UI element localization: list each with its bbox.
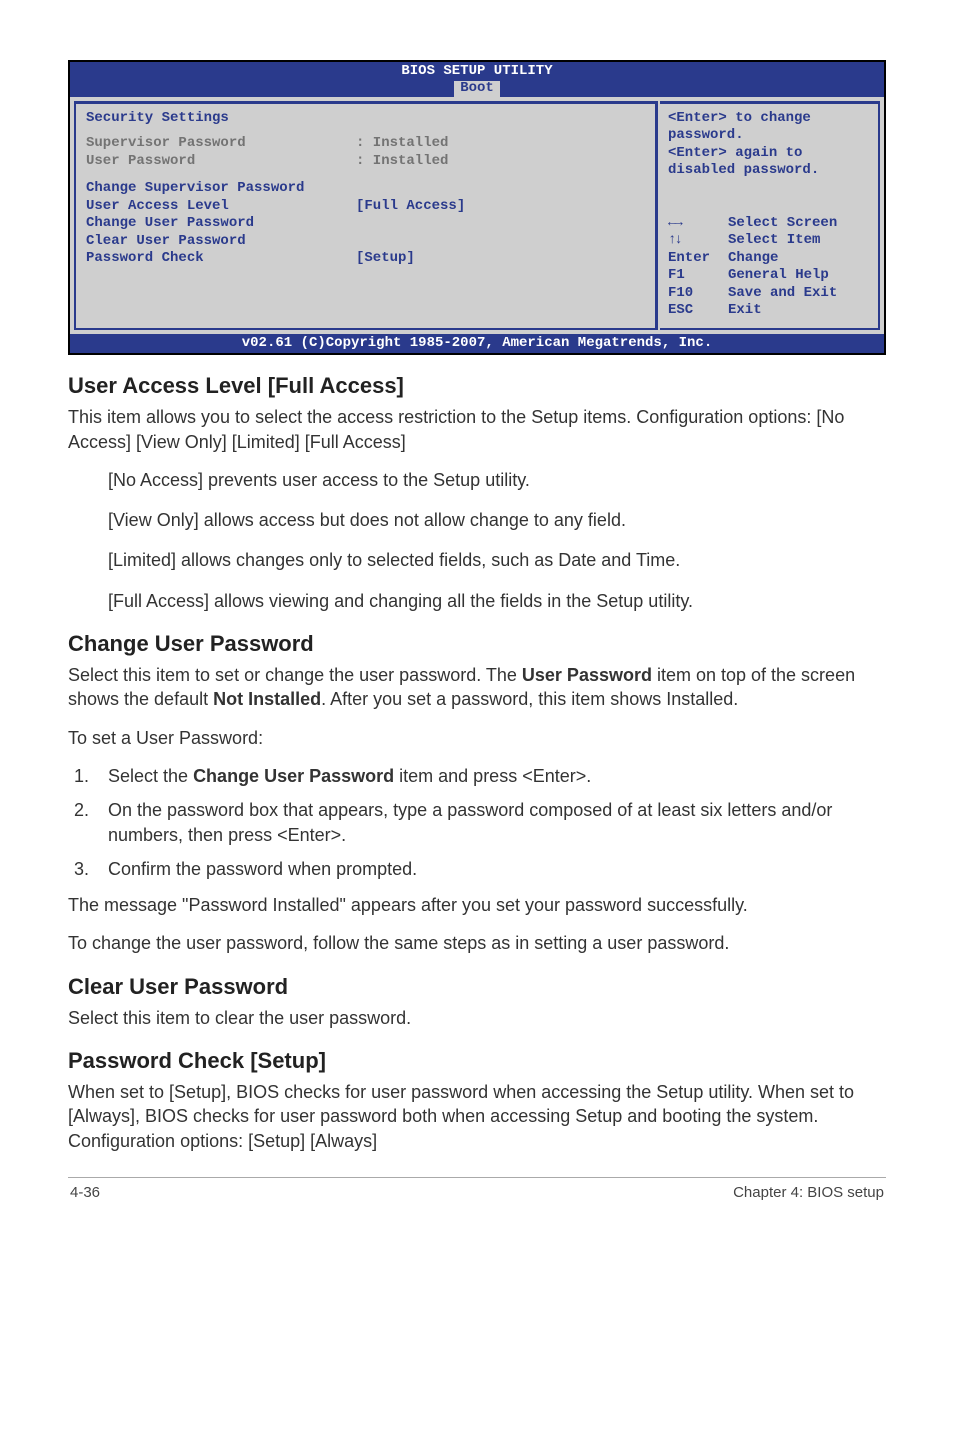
- key-enter-action: Change: [728, 250, 778, 268]
- heading-user-access-level: User Access Level [Full Access]: [68, 373, 886, 399]
- supervisor-password-label: Supervisor Password: [86, 135, 356, 153]
- user-access-level-value[interactable]: [Full Access]: [356, 198, 465, 216]
- user-password-label: User Password: [86, 153, 356, 171]
- list-item: Select the Change User Password item and…: [94, 764, 886, 788]
- set-password-steps: Select the Change User Password item and…: [68, 764, 886, 881]
- clear-user-password-item[interactable]: Clear User Password: [86, 233, 645, 251]
- help-text-line1: <Enter> to change password.: [668, 110, 870, 145]
- para-installed-msg: The message "Password Installed" appears…: [68, 893, 886, 917]
- para-to-change: To change the user password, follow the …: [68, 931, 886, 955]
- security-settings-heading: Security Settings: [86, 110, 645, 128]
- chapter-label: Chapter 4: BIOS setup: [733, 1184, 884, 1201]
- arrow-left-right-icon: ←→: [668, 215, 681, 231]
- password-check-item[interactable]: Password Check: [86, 250, 356, 268]
- para-user-access-desc: This item allows you to select the acces…: [68, 405, 886, 454]
- key-enter-label: Enter: [668, 250, 728, 268]
- user-password-value: : Installed: [356, 153, 448, 171]
- bios-left-pane: Security Settings Supervisor Password : …: [74, 101, 658, 330]
- supervisor-password-value: : Installed: [356, 135, 448, 153]
- key-f10-label: F10: [668, 285, 728, 303]
- help-text-line2: <Enter> again to disabled password.: [668, 145, 870, 180]
- para-limited: [Limited] allows changes only to selecte…: [108, 548, 886, 572]
- page-footer: 4-36 Chapter 4: BIOS setup: [68, 1184, 886, 1207]
- heading-clear-user-password: Clear User Password: [68, 974, 886, 1000]
- para-password-check: When set to [Setup], BIOS checks for use…: [68, 1080, 886, 1153]
- arrow-up-down-icon: ↑↓: [668, 232, 681, 248]
- key-esc-action: Exit: [728, 302, 762, 320]
- key-f1-label: F1: [668, 267, 728, 285]
- bios-help-pane: <Enter> to change password. <Enter> agai…: [660, 101, 880, 330]
- bios-window: BIOS SETUP UTILITY Boot Security Setting…: [68, 60, 886, 355]
- change-user-password-item[interactable]: Change User Password: [86, 215, 645, 233]
- para-change-user-desc: Select this item to set or change the us…: [68, 663, 886, 712]
- bios-title: BIOS SETUP UTILITY: [70, 64, 884, 79]
- key-f10-action: Save and Exit: [728, 285, 837, 303]
- key-select-item: Select Item: [728, 232, 820, 250]
- bios-key-legend: ←→ Select Screen ↑↓ Select Item EnterChang…: [668, 215, 870, 320]
- para-no-access: [No Access] prevents user access to the …: [108, 468, 886, 492]
- password-check-value[interactable]: [Setup]: [356, 250, 415, 268]
- page-number: 4-36: [70, 1184, 100, 1201]
- key-esc-label: ESC: [668, 302, 728, 320]
- key-f1-action: General Help: [728, 267, 829, 285]
- user-access-level-item[interactable]: User Access Level: [86, 198, 356, 216]
- footer-divider: [68, 1177, 886, 1178]
- list-item: Confirm the password when prompted.: [94, 857, 886, 881]
- list-item: On the password box that appears, type a…: [94, 798, 886, 847]
- bios-active-tab: Boot: [454, 81, 500, 96]
- para-to-set: To set a User Password:: [68, 726, 886, 750]
- para-view-only: [View Only] allows access but does not a…: [108, 508, 886, 532]
- heading-password-check: Password Check [Setup]: [68, 1048, 886, 1074]
- key-select-screen: Select Screen: [728, 215, 837, 233]
- bios-copyright-footer: v02.61 (C)Copyright 1985-2007, American …: [70, 334, 884, 354]
- heading-change-user-password: Change User Password: [68, 631, 886, 657]
- change-supervisor-password-item[interactable]: Change Supervisor Password: [86, 180, 645, 198]
- para-clear-user: Select this item to clear the user passw…: [68, 1006, 886, 1030]
- bios-titlebar: BIOS SETUP UTILITY Boot: [70, 62, 884, 97]
- para-full-access: [Full Access] allows viewing and changin…: [108, 589, 886, 613]
